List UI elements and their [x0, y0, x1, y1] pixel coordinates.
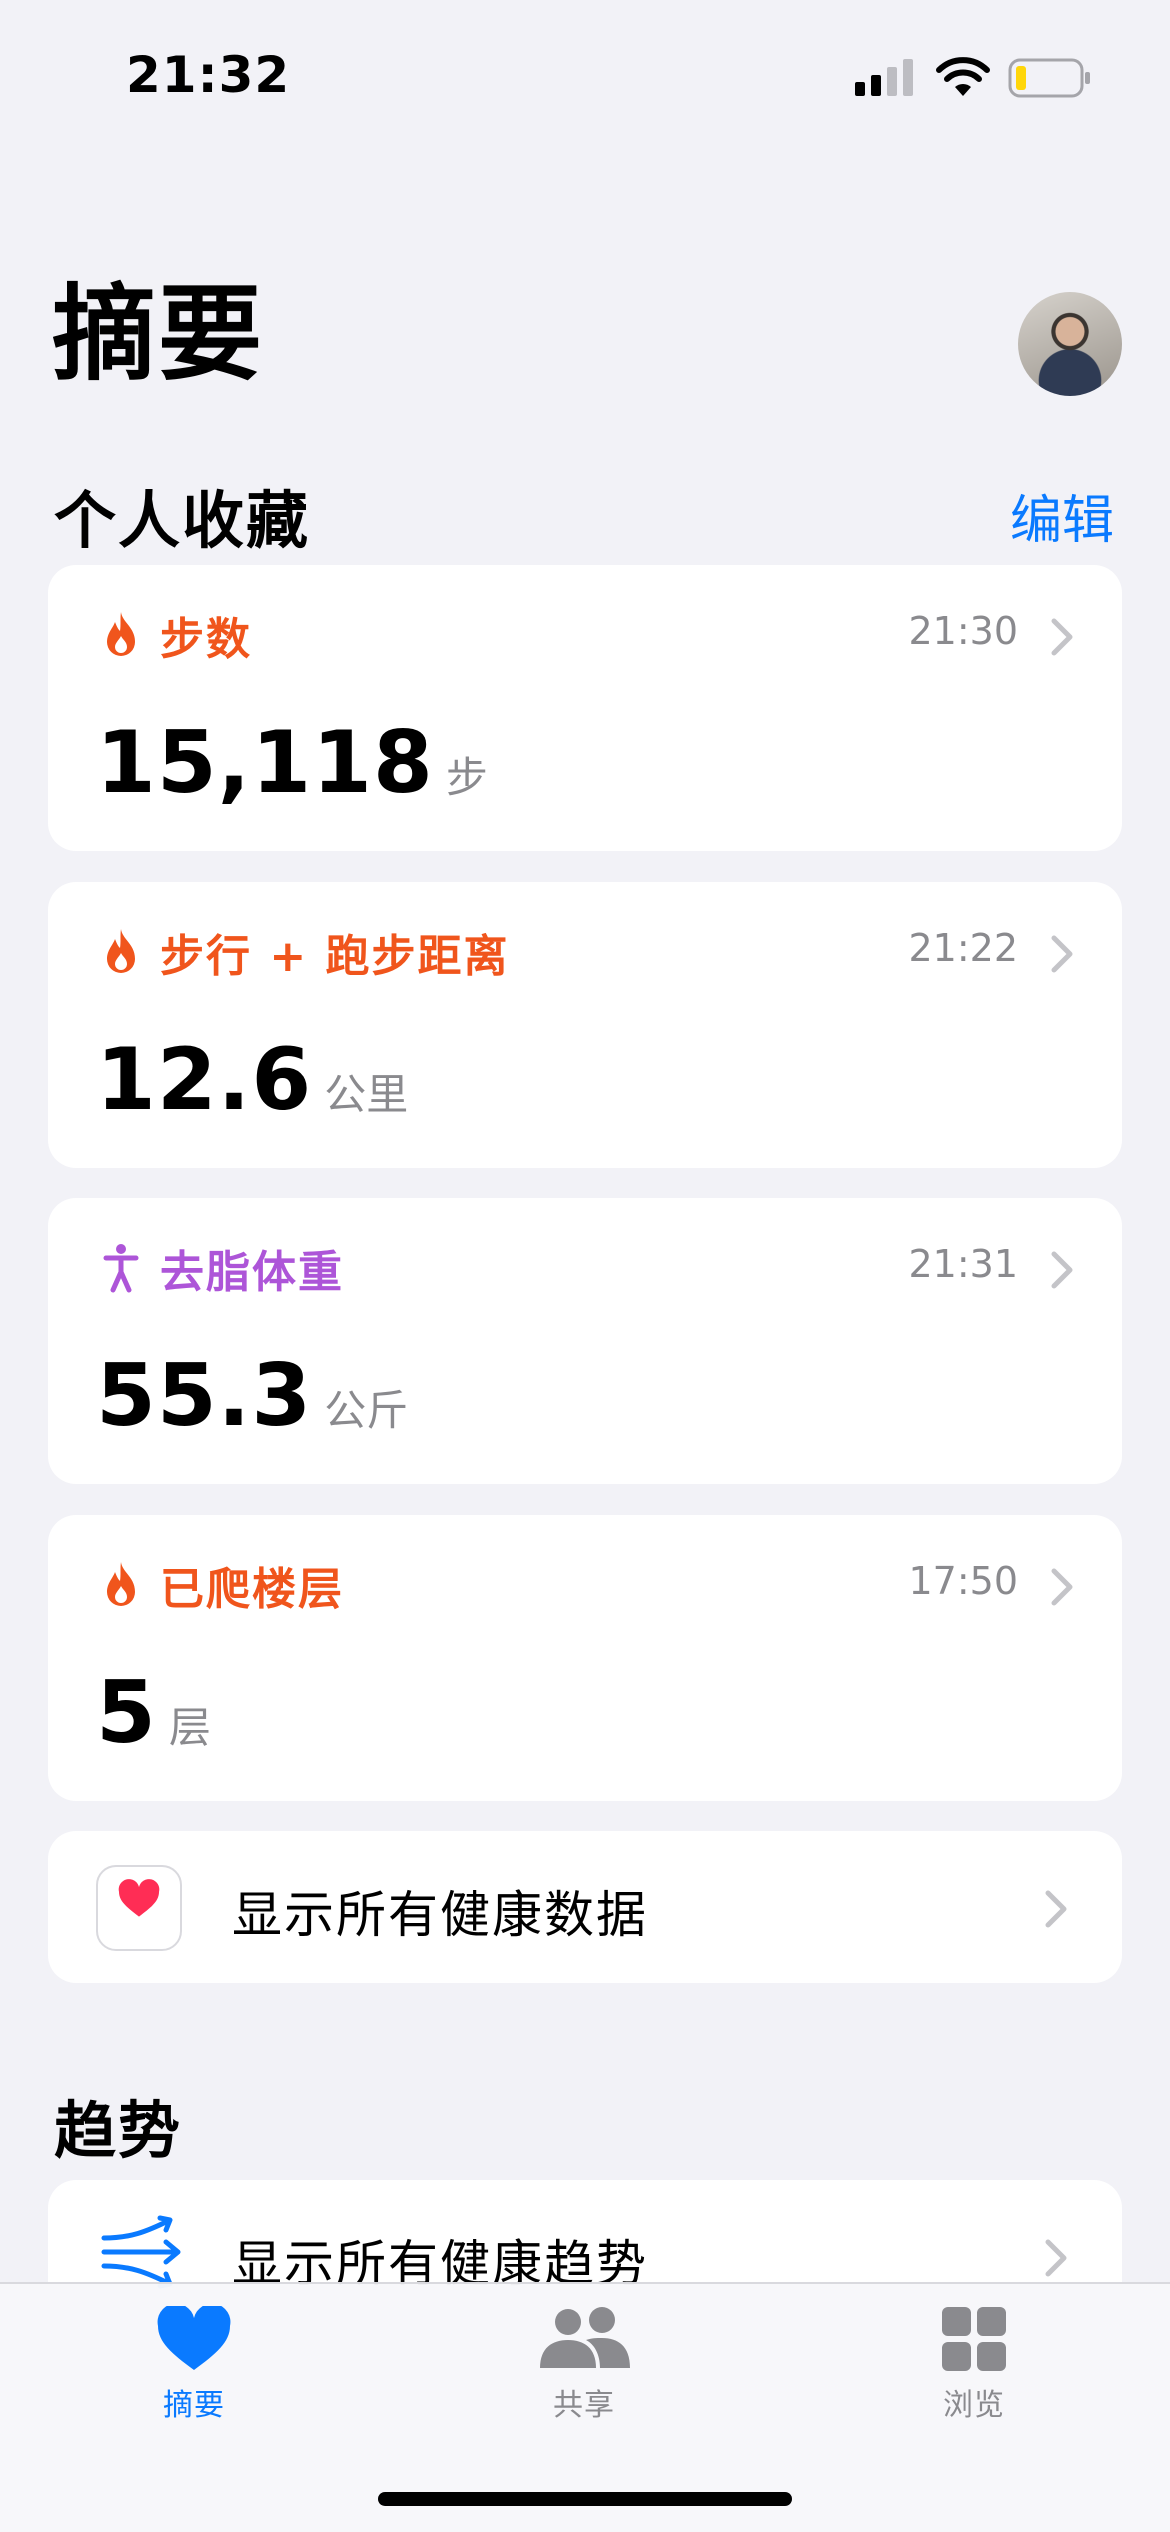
- card-title: 已爬楼层: [160, 1564, 344, 1615]
- card-header: 步行 + 跑步距离: [102, 920, 510, 984]
- metric-value: 15,118: [96, 713, 434, 813]
- metric-value: 12.6: [96, 1030, 313, 1130]
- tab-summary[interactable]: 摘要: [104, 2306, 284, 2424]
- status-time: 21:32: [126, 46, 291, 104]
- wifi-icon: [936, 57, 990, 96]
- steps-card[interactable]: 步数 21:30 15,118 步: [48, 565, 1122, 851]
- card-timestamp: 21:31: [908, 1242, 1018, 1286]
- profile-avatar[interactable]: [1018, 292, 1122, 396]
- card-value-row: 12.6 公里: [96, 1030, 408, 1130]
- metric-value: 5: [96, 1663, 157, 1763]
- flame-icon: [107, 929, 135, 973]
- people-icon: [540, 2307, 630, 2368]
- metric-unit: 公斤: [324, 1386, 409, 1435]
- chevron-right-icon: [1051, 935, 1073, 973]
- show-all-health-data-row[interactable]: 显示所有健康数据: [48, 1831, 1122, 1983]
- tab-label: 浏览: [943, 2388, 1005, 2423]
- card-timestamp: 21:22: [908, 926, 1018, 970]
- health-app-icon: [96, 1865, 182, 1951]
- card-header: 已爬楼层: [102, 1553, 344, 1617]
- home-indicator[interactable]: [378, 2492, 792, 2506]
- card-timestamp: 17:50: [908, 1559, 1018, 1603]
- trends-section-title: 趋势: [54, 2094, 183, 2167]
- battery-icon: [1008, 58, 1090, 98]
- cellular-signal-icon: [855, 59, 913, 96]
- chevron-right-icon: [1045, 2239, 1067, 2277]
- tab-browse[interactable]: 浏览: [884, 2306, 1064, 2424]
- chevron-right-icon: [1051, 618, 1073, 656]
- metric-unit: 层: [168, 1703, 211, 1752]
- trends-arrows-icon: [101, 2215, 181, 2289]
- card-header: 去脂体重: [102, 1236, 344, 1300]
- card-title: 步数: [160, 614, 252, 665]
- tab-sharing[interactable]: 共享: [494, 2306, 674, 2424]
- tab-label: 共享: [553, 2388, 615, 2423]
- lean-body-mass-card[interactable]: 去脂体重 21:31 55.3 公斤: [48, 1198, 1122, 1484]
- metric-unit: 公里: [324, 1070, 409, 1119]
- metric-unit: 步: [445, 753, 488, 802]
- status-bar: 21:32: [0, 0, 1170, 150]
- favorites-section-title: 个人收藏: [54, 484, 311, 557]
- tab-bar: 摘要 共享 浏览: [0, 2282, 1170, 2532]
- flights-climbed-card[interactable]: 已爬楼层 17:50 5 层: [48, 1515, 1122, 1801]
- card-timestamp: 21:30: [908, 609, 1018, 653]
- card-header: 步数: [102, 603, 252, 667]
- page-title: 摘要: [52, 273, 265, 395]
- card-value-row: 5 层: [96, 1663, 211, 1763]
- walking-running-distance-card[interactable]: 步行 + 跑步距离 21:22 12.6 公里: [48, 882, 1122, 1168]
- metric-value: 55.3: [96, 1346, 313, 1446]
- heart-icon: [157, 2306, 231, 2370]
- chevron-right-icon: [1051, 1568, 1073, 1606]
- chevron-right-icon: [1051, 1251, 1073, 1289]
- tab-label: 摘要: [163, 2388, 225, 2423]
- card-title: 去脂体重: [160, 1247, 344, 1298]
- edit-favorites-button[interactable]: 编辑: [1010, 478, 1114, 553]
- chevron-right-icon: [1045, 1890, 1067, 1928]
- card-value-row: 15,118 步: [96, 713, 488, 813]
- flame-icon: [107, 1562, 135, 1606]
- flame-icon: [107, 612, 135, 656]
- card-value-row: 55.3 公斤: [96, 1346, 408, 1446]
- card-title: 步行 + 跑步距离: [160, 931, 510, 982]
- body-figure-icon: [103, 1244, 139, 1293]
- show-all-health-data-label: 显示所有健康数据: [232, 1886, 648, 1944]
- grid-icon: [942, 2307, 1006, 2371]
